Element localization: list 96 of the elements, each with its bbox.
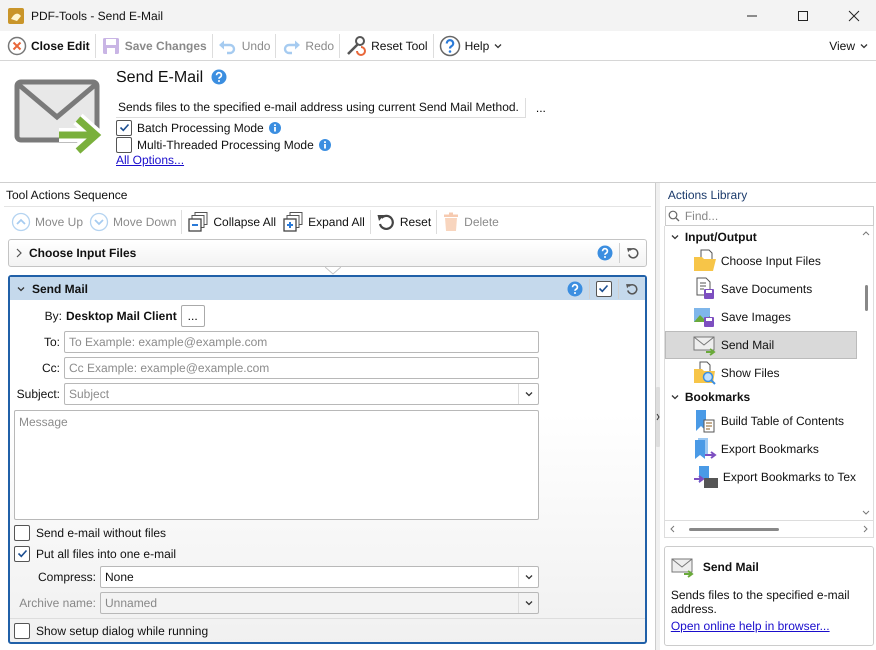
caret-icon [524,572,534,582]
info-icon[interactable] [318,138,331,150]
field-label: By: [44,309,62,323]
expand-all-icon [282,211,304,233]
option-label: Batch Processing Mode [137,120,264,134]
chevron-down-icon [670,392,680,402]
input-field[interactable]: To Example: example@example.com [64,331,539,353]
help-icon [438,34,461,56]
checkbox[interactable] [116,120,132,136]
help-icon[interactable] [211,69,228,85]
online-help-link[interactable]: Open online help in browser... [670,619,867,633]
close-icon [848,10,860,22]
toolbar-button[interactable]: Collapse All [184,209,280,235]
folder-magnifier-icon [692,361,717,385]
tree-item[interactable]: Save Images [664,303,857,331]
view-menu[interactable]: View [826,32,872,58]
help-icon[interactable] [566,280,583,296]
tree-item[interactable]: Export Bookmarks [664,435,857,463]
pointer-notch-icon [325,267,341,275]
check-icon [598,283,610,294]
info-icon[interactable] [268,122,281,134]
chevron-down-icon [670,232,680,242]
option-label: Multi-Threaded Processing Mode [137,138,314,152]
check-icon [16,548,28,559]
field-label: To: [42,335,60,349]
tree-item[interactable]: Choose Input Files [664,247,857,275]
action-header[interactable]: Send Mail [10,277,645,300]
field-label: Subject: [16,387,60,401]
field-label: Compress: [36,570,96,584]
field-label: Cc: [41,361,60,375]
checkbox-label: Send e-mail without files [36,526,166,540]
message-field[interactable]: Message [14,410,539,520]
reset-icon[interactable] [626,246,640,260]
checkbox-label: Put all files into one e-mail [36,546,176,560]
up-circle-icon [11,212,31,232]
scroll-down-icon[interactable] [862,510,870,516]
toolbar-button[interactable]: Help [436,32,506,58]
image-save-icon [692,305,717,329]
collapse-all-icon [187,211,210,233]
tree-group[interactable]: Bookmarks [664,387,859,407]
folder-icon [692,249,717,273]
splitter-handle-icon[interactable] [656,386,660,446]
window-title: PDF-Tools - Send E-Mail [31,8,164,22]
field-label: Archive name: [18,596,96,610]
all-options-link[interactable]: All Options... [116,153,550,167]
scrollbar-thumb[interactable] [688,528,779,530]
close-circle-icon [7,36,27,56]
more-button[interactable]: ... [532,98,550,118]
info-title: Send Mail [702,560,759,574]
caret-icon [524,389,534,399]
tree-item[interactable]: Send Mail [664,331,857,359]
wrench-icon [345,34,368,56]
checkbox[interactable] [14,622,30,638]
minimize-icon [747,14,757,16]
scroll-right-icon[interactable] [862,525,869,533]
tool-description: Sends files to the specified e-mail address using current Send Mail Method. [116,98,526,118]
help-icon[interactable] [596,245,613,261]
dropdown[interactable]: None [100,566,539,588]
bookmark-text-icon [692,465,719,489]
library-title: Actions Library [668,188,748,202]
caret-icon [524,598,534,608]
trash-can-icon [442,212,460,232]
checkbox-label: Show setup dialog while running [36,624,208,638]
checkbox[interactable] [14,546,30,562]
info-description: Sends files to the specified e-mail address. [670,588,851,616]
toolbar-button[interactable]: Reset Tool [342,32,431,58]
tree-item[interactable]: Build Table of Contents [664,407,857,435]
check-icon [118,122,130,133]
mail-method-value: Desktop Mail Client [66,309,177,323]
checkbox[interactable] [596,280,612,296]
app-logo-icon [8,8,24,24]
input-field[interactable]: Subject [64,383,539,405]
toolbar-button[interactable]: Reset [372,209,434,235]
checkbox[interactable] [14,524,30,540]
bookmark-export-icon [692,437,717,461]
chevron-right-icon [15,248,23,258]
tree-item[interactable]: Save Documents [664,275,857,303]
scrollbar-thumb[interactable] [864,285,868,311]
down-circle-icon [89,212,110,232]
maximize-icon [797,10,809,22]
reset-arrow-icon [376,212,396,232]
search-field[interactable]: Find... [664,206,874,226]
more-button[interactable]: ... [180,305,205,327]
tree-group[interactable]: Input/Output [664,227,859,247]
tree-item[interactable]: Export Bookmarks to Tex [664,463,857,491]
reset-icon[interactable] [624,282,639,296]
section-title: Tool Actions Sequence [6,188,128,202]
scroll-up-icon[interactable] [862,230,870,236]
scroll-left-icon[interactable] [668,525,675,533]
toolbar-button[interactable]: Expand All [279,209,368,235]
toolbar-button[interactable]: Close Edit [4,32,93,58]
input-field[interactable]: Cc Example: example@example.com [64,357,539,379]
action-header[interactable]: Choose Input Files [8,239,647,267]
checkbox[interactable] [116,136,132,152]
tree-item[interactable]: Show Files [664,359,857,387]
tool-title: Send E-Mail [116,69,204,87]
